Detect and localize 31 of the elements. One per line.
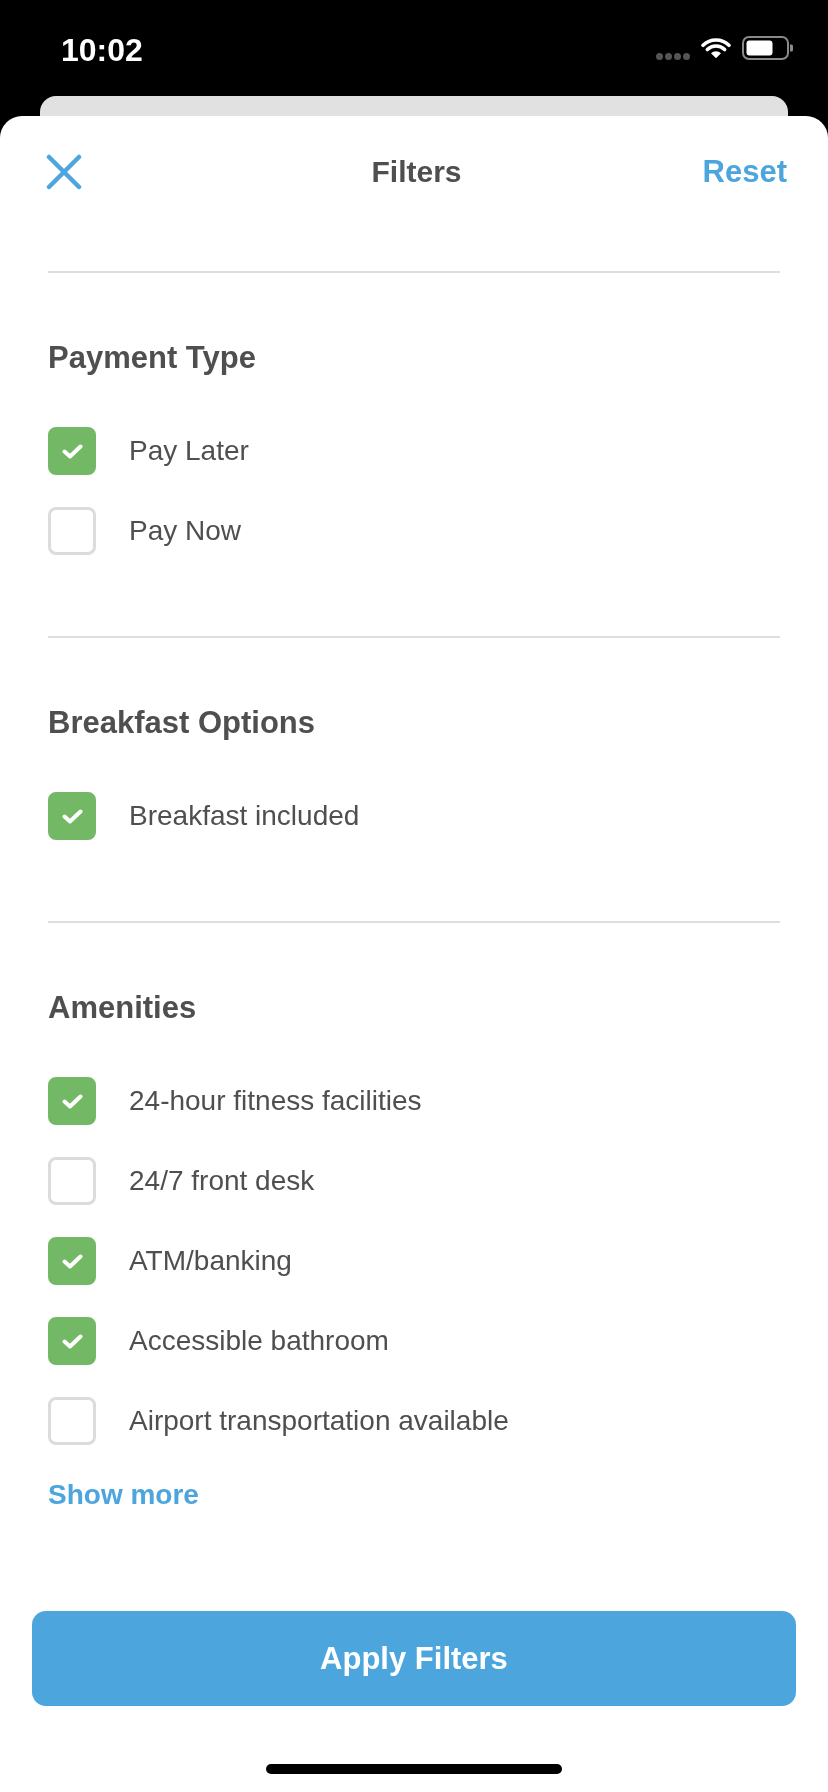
checkbox[interactable] bbox=[48, 1317, 96, 1365]
check-icon bbox=[61, 1253, 83, 1269]
checkbox[interactable] bbox=[48, 427, 96, 475]
check-icon bbox=[61, 443, 83, 459]
battery-icon bbox=[742, 36, 793, 60]
apply-filters-button[interactable]: Apply Filters bbox=[32, 1611, 796, 1706]
checkbox[interactable] bbox=[48, 1237, 96, 1285]
option-label: Pay Later bbox=[129, 434, 249, 468]
signal-icon bbox=[656, 52, 690, 60]
checkbox[interactable] bbox=[48, 1077, 96, 1125]
option-label: Airport transportation available bbox=[129, 1404, 509, 1438]
option-label: Pay Now bbox=[129, 514, 242, 548]
close-icon bbox=[46, 154, 82, 190]
check-icon bbox=[61, 1093, 83, 1109]
section-heading: Payment Type bbox=[48, 340, 257, 376]
show-more-link[interactable]: Show more bbox=[48, 1479, 199, 1511]
option-label: 24-hour fitness facilities bbox=[129, 1084, 422, 1118]
section-heading: Breakfast Options bbox=[48, 705, 316, 741]
sheet-title: Filters bbox=[371, 154, 462, 190]
wifi-icon bbox=[701, 37, 731, 59]
close-button[interactable] bbox=[46, 154, 82, 190]
option-label: Breakfast included bbox=[129, 799, 360, 833]
option-label: ATM/banking bbox=[129, 1244, 292, 1278]
reset-button[interactable]: Reset bbox=[702, 154, 787, 190]
option-label: Accessible bathroom bbox=[129, 1324, 389, 1358]
checkbox[interactable] bbox=[48, 792, 96, 840]
check-icon bbox=[61, 808, 83, 824]
section-heading: Amenities bbox=[48, 990, 198, 1026]
status-time: 10:02 bbox=[61, 32, 143, 68]
option-label: 24/7 front desk bbox=[129, 1164, 315, 1198]
check-icon bbox=[61, 1333, 83, 1349]
